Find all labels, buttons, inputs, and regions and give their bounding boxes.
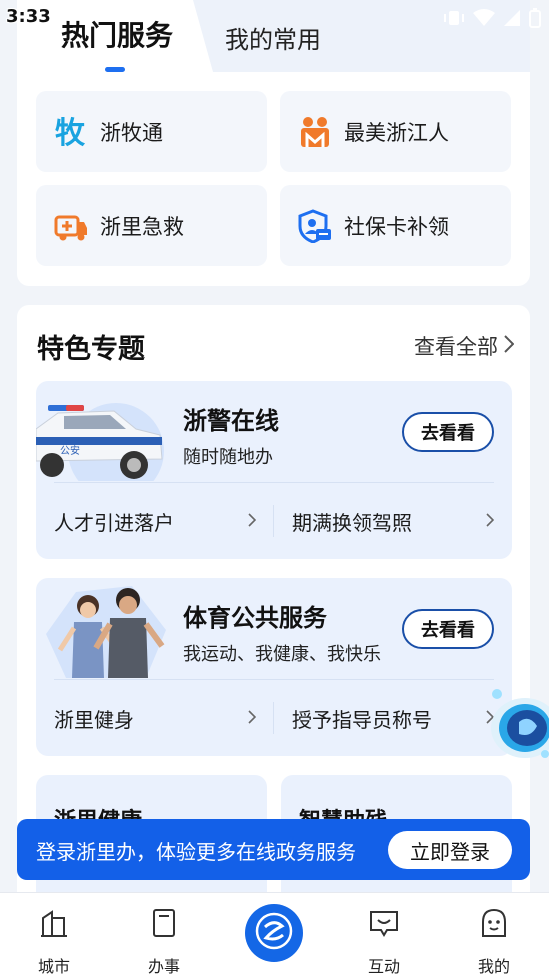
go-see-button[interactable]: 去看看 xyxy=(402,412,494,452)
feature-links: 人才引进落户 期满换领驾照 xyxy=(36,483,512,559)
assistant-robot-button[interactable] xyxy=(485,684,549,774)
ambulance-icon xyxy=(54,209,88,243)
view-all-label: 查看全部 xyxy=(414,335,498,359)
feature-link-label: 人才引进落户 xyxy=(54,510,174,535)
shield-card-icon xyxy=(298,208,332,243)
service-label: 浙里急救 xyxy=(100,214,184,239)
chevron-right-icon xyxy=(504,334,515,358)
zheliban-logo-icon xyxy=(254,911,294,955)
view-all-link[interactable]: 查看全部 xyxy=(414,331,515,361)
featured-topics-card: 特色专题 查看全部 公安 浙警在线 随时随地办 去看看 人才引进落户 期满换领驾… xyxy=(17,305,530,905)
login-banner: 登录浙里办，体验更多在线政务服务 立即登录 xyxy=(17,819,530,880)
service-tile-social-security[interactable]: 社保卡补领 xyxy=(280,185,511,266)
feature-subtitle: 随时随地办 xyxy=(183,447,273,468)
status-icons xyxy=(443,8,541,32)
service-label: 社保卡补领 xyxy=(344,214,449,239)
bottom-navigation: 城市 办事 互动 我的 xyxy=(0,892,549,977)
feature-subtitle: 我运动、我健康、我快乐 xyxy=(183,644,381,665)
hot-services-card: 热门服务 我的常用 牧 浙牧通 最美浙江人 浙里急救 社保卡补领 xyxy=(17,0,530,286)
nav-label: 互动 xyxy=(367,957,400,976)
chevron-right-icon xyxy=(248,708,257,729)
feature-link-talent-settlement[interactable]: 人才引进落户 xyxy=(36,483,274,559)
service-tile-emergency[interactable]: 浙里急救 xyxy=(36,185,267,266)
service-tile-most-beautiful[interactable]: 最美浙江人 xyxy=(280,91,511,172)
svg-text:公安: 公安 xyxy=(60,444,80,457)
feature-link-label: 授予指导员称号 xyxy=(292,707,432,732)
nav-services[interactable]: 办事 xyxy=(124,907,204,977)
police-car-illustration: 公安 xyxy=(36,381,176,499)
feature-link-label: 浙里健身 xyxy=(54,707,134,732)
service-label: 浙牧通 xyxy=(100,120,163,145)
svg-text:牧: 牧 xyxy=(55,116,86,149)
nav-label: 城市 xyxy=(37,957,70,976)
runners-illustration xyxy=(36,578,176,678)
login-prompt-text: 登录浙里办，体验更多在线政务服务 xyxy=(36,840,356,864)
feature-link-fitness[interactable]: 浙里健身 xyxy=(36,680,274,756)
feature-link-label: 期满换领驾照 xyxy=(292,510,412,535)
signal-icon xyxy=(503,9,521,31)
go-see-button[interactable]: 去看看 xyxy=(402,609,494,649)
feature-links: 浙里健身 授予指导员称号 xyxy=(36,680,512,756)
service-tile-zhemutong[interactable]: 牧 浙牧通 xyxy=(36,91,267,172)
people-icon xyxy=(298,115,332,149)
service-label: 最美浙江人 xyxy=(344,120,449,145)
service-grid: 牧 浙牧通 最美浙江人 浙里急救 社保卡补领 xyxy=(36,91,511,266)
ox-character-icon: 牧 xyxy=(54,115,88,149)
nav-mine[interactable]: 我的 xyxy=(454,907,534,977)
vibrate-icon xyxy=(443,9,465,31)
status-bar: 3:33 xyxy=(0,0,549,36)
nav-interact[interactable]: 互动 xyxy=(344,907,424,977)
feature-title: 浙警在线 xyxy=(183,407,279,435)
nav-home-button[interactable] xyxy=(245,904,303,962)
wifi-icon xyxy=(473,9,495,31)
status-time: 3:33 xyxy=(6,6,51,27)
section-title: 特色专题 xyxy=(37,334,145,365)
nav-label: 我的 xyxy=(477,957,510,976)
nav-city[interactable]: 城市 xyxy=(14,907,94,977)
login-button[interactable]: 立即登录 xyxy=(388,831,512,869)
feature-title: 体育公共服务 xyxy=(183,604,327,632)
nav-label: 办事 xyxy=(147,957,180,976)
feature-link-license-renewal[interactable]: 期满换领驾照 xyxy=(274,483,512,559)
chat-icon xyxy=(344,907,424,939)
tab-active-indicator xyxy=(105,67,125,72)
chevron-right-icon xyxy=(486,511,495,532)
chevron-right-icon xyxy=(248,511,257,532)
feature-link-instructor-title[interactable]: 授予指导员称号 xyxy=(274,680,512,756)
city-icon xyxy=(14,907,94,939)
profile-face-icon xyxy=(454,907,534,939)
battery-icon xyxy=(529,8,541,32)
feature-sports-services[interactable]: 体育公共服务 我运动、我健康、我快乐 去看看 浙里健身 授予指导员称号 xyxy=(36,578,512,756)
document-icon xyxy=(124,907,204,939)
feature-police-online[interactable]: 公安 浙警在线 随时随地办 去看看 人才引进落户 期满换领驾照 xyxy=(36,381,512,559)
